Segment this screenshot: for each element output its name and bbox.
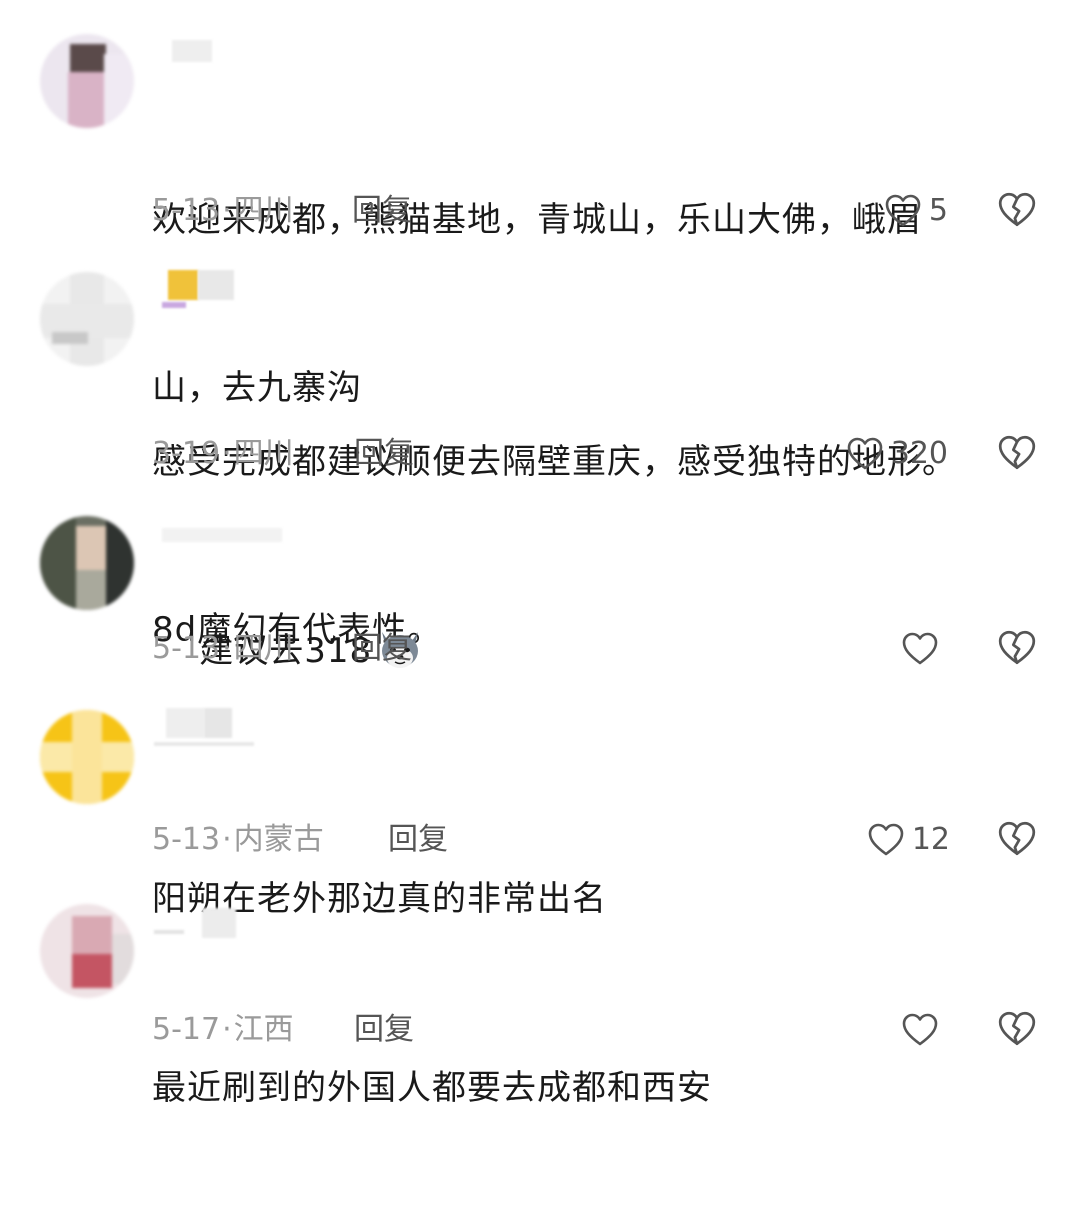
comment-date: 5-13 bbox=[152, 822, 221, 857]
heart-outline-icon bbox=[900, 1010, 940, 1050]
comment-meta: 5-13·四川 bbox=[152, 627, 294, 671]
avatar[interactable] bbox=[40, 516, 134, 610]
avatar[interactable] bbox=[40, 272, 134, 366]
avatar[interactable] bbox=[40, 904, 134, 998]
broken-heart-icon bbox=[996, 818, 1038, 860]
dislike-button[interactable] bbox=[996, 627, 1040, 671]
username-redacted[interactable] bbox=[152, 706, 312, 746]
meta-separator: · bbox=[222, 822, 232, 857]
like-count: 12 bbox=[911, 822, 950, 857]
heart-outline-icon bbox=[866, 820, 906, 860]
dislike-button[interactable] bbox=[996, 818, 1040, 862]
heart-outline-icon bbox=[883, 191, 923, 231]
comment-region: 四川 bbox=[233, 193, 294, 228]
comment-meta: 5-13·四川 bbox=[152, 189, 294, 233]
like-count: 320 bbox=[890, 436, 948, 471]
comment-region: 四川 bbox=[233, 436, 294, 471]
like-button[interactable]: 320 bbox=[820, 432, 948, 476]
comment-region: 江西 bbox=[233, 1012, 294, 1047]
comment-meta: 3-19·四川 bbox=[152, 432, 294, 476]
dislike-button[interactable] bbox=[996, 1008, 1040, 1052]
like-button[interactable] bbox=[890, 1008, 940, 1052]
avatar[interactable] bbox=[40, 34, 134, 128]
heart-outline-icon bbox=[845, 434, 885, 474]
meta-separator: · bbox=[222, 1012, 232, 1047]
username-redacted[interactable] bbox=[152, 906, 312, 942]
like-button[interactable] bbox=[890, 627, 940, 671]
broken-heart-icon bbox=[996, 1008, 1038, 1050]
comment-date: 5-17 bbox=[152, 1012, 221, 1047]
meta-separator: · bbox=[222, 193, 232, 228]
username-redacted[interactable] bbox=[152, 514, 312, 550]
meta-separator: · bbox=[222, 631, 232, 666]
broken-heart-icon bbox=[996, 627, 1038, 669]
reply-button[interactable]: 回复 bbox=[354, 1008, 414, 1052]
reply-button[interactable]: 回复 bbox=[388, 818, 448, 862]
reply-button[interactable]: 回复 bbox=[352, 189, 412, 233]
broken-heart-icon bbox=[996, 189, 1038, 231]
comment-date: 5-13 bbox=[152, 631, 221, 666]
broken-heart-icon bbox=[996, 432, 1038, 474]
meta-separator: · bbox=[222, 436, 232, 471]
username-redacted[interactable] bbox=[152, 270, 312, 308]
comment-region: 四川 bbox=[233, 631, 294, 666]
dislike-button[interactable] bbox=[996, 189, 1040, 233]
like-button[interactable]: 12 bbox=[850, 818, 950, 862]
comment-meta: 5-17·江西 bbox=[152, 1008, 294, 1052]
reply-button[interactable]: 回复 bbox=[352, 627, 412, 671]
username-redacted[interactable] bbox=[152, 34, 312, 70]
like-count: 5 bbox=[928, 193, 948, 228]
like-button[interactable]: 5 bbox=[860, 189, 948, 233]
comment-region: 内蒙古 bbox=[233, 822, 324, 857]
comment-text: 最近刷到的外国人都要去成都和西安 bbox=[152, 1068, 712, 1108]
comment-date: 3-19 bbox=[152, 436, 221, 471]
dislike-button[interactable] bbox=[996, 432, 1040, 476]
comment-meta: 5-13·内蒙古 bbox=[152, 818, 324, 862]
comment-date: 5-13 bbox=[152, 193, 221, 228]
avatar[interactable] bbox=[40, 710, 134, 804]
heart-outline-icon bbox=[900, 629, 940, 669]
reply-button[interactable]: 回复 bbox=[354, 432, 414, 476]
